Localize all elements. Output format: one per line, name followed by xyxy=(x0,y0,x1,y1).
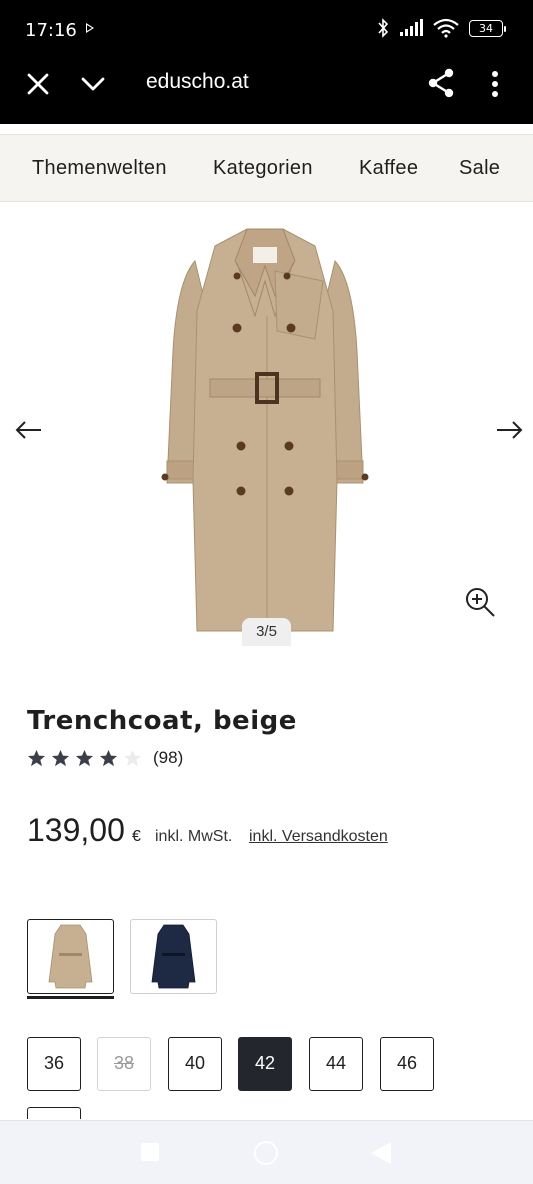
nav-item-themenwelten[interactable]: Themenwelten xyxy=(32,157,167,180)
star-filled-icon xyxy=(27,749,46,766)
star-empty-icon xyxy=(123,749,142,766)
size-option-46[interactable]: 46 xyxy=(380,1037,434,1091)
product-gallery xyxy=(0,203,533,650)
review-count: (98) xyxy=(153,748,184,767)
product-title: Trenchcoat, beige xyxy=(27,706,297,736)
nav-item-sale[interactable]: Sale xyxy=(459,157,500,180)
nav-item-kategorien[interactable]: Kategorien xyxy=(213,157,313,180)
signal-icon xyxy=(400,19,423,36)
size-option-partial[interactable] xyxy=(27,1107,81,1119)
back-button[interactable] xyxy=(371,1142,391,1164)
bluetooth-icon xyxy=(378,18,389,38)
recents-button[interactable] xyxy=(141,1143,159,1161)
system-navigation-bar xyxy=(0,1120,533,1184)
size-option-40[interactable]: 40 xyxy=(168,1037,222,1091)
zoom-in-icon[interactable] xyxy=(464,586,496,618)
nav-item-kaffee[interactable]: Kaffee xyxy=(359,157,418,180)
color-swatch-navy[interactable] xyxy=(130,919,217,994)
product-rating[interactable]: (98) xyxy=(27,748,183,768)
status-bar: 17:16 34 xyxy=(0,0,533,58)
arrow-left-icon[interactable] xyxy=(14,418,44,442)
url-text[interactable]: eduscho.at xyxy=(146,70,249,94)
chevron-down-icon[interactable] xyxy=(80,72,106,96)
beige-coat-thumbnail xyxy=(48,924,93,989)
category-nav: Themenwelten Kategorien Kaffee Sale xyxy=(0,134,533,202)
close-icon[interactable] xyxy=(26,72,50,96)
product-price: 139,00 xyxy=(27,812,125,848)
vat-note: inkl. MwSt. xyxy=(155,828,233,845)
home-button[interactable] xyxy=(254,1141,278,1165)
status-icons: 34 xyxy=(377,18,506,38)
wifi-icon xyxy=(433,18,459,38)
size-option-38[interactable]: 38 xyxy=(97,1037,151,1091)
battery-level: 34 xyxy=(479,21,493,35)
size-option-44[interactable]: 44 xyxy=(309,1037,363,1091)
gallery-counter: 3/5 xyxy=(242,618,291,646)
battery-icon: 34 xyxy=(469,19,506,37)
trenchcoat-illustration xyxy=(161,228,369,632)
share-icon[interactable] xyxy=(427,68,455,98)
price-currency: € xyxy=(132,828,141,845)
star-filled-icon xyxy=(99,749,118,766)
status-time: 17:16 xyxy=(25,20,77,41)
navy-coat-thumbnail xyxy=(151,924,196,989)
star-filled-icon xyxy=(75,749,94,766)
product-image[interactable] xyxy=(155,221,375,636)
media-play-icon xyxy=(86,23,94,33)
shipping-cost-link[interactable]: inkl. Versandkosten xyxy=(249,828,388,846)
more-options-icon[interactable] xyxy=(486,70,504,98)
selected-swatch-indicator xyxy=(27,996,114,999)
header-gap xyxy=(0,124,533,134)
color-swatch-beige[interactable] xyxy=(27,919,114,994)
size-option-42[interactable]: 42 xyxy=(238,1037,292,1091)
star-filled-icon xyxy=(51,749,70,766)
size-option-36[interactable]: 36 xyxy=(27,1037,81,1091)
browser-toolbar: eduscho.at xyxy=(0,58,533,124)
arrow-right-icon[interactable] xyxy=(494,418,524,442)
